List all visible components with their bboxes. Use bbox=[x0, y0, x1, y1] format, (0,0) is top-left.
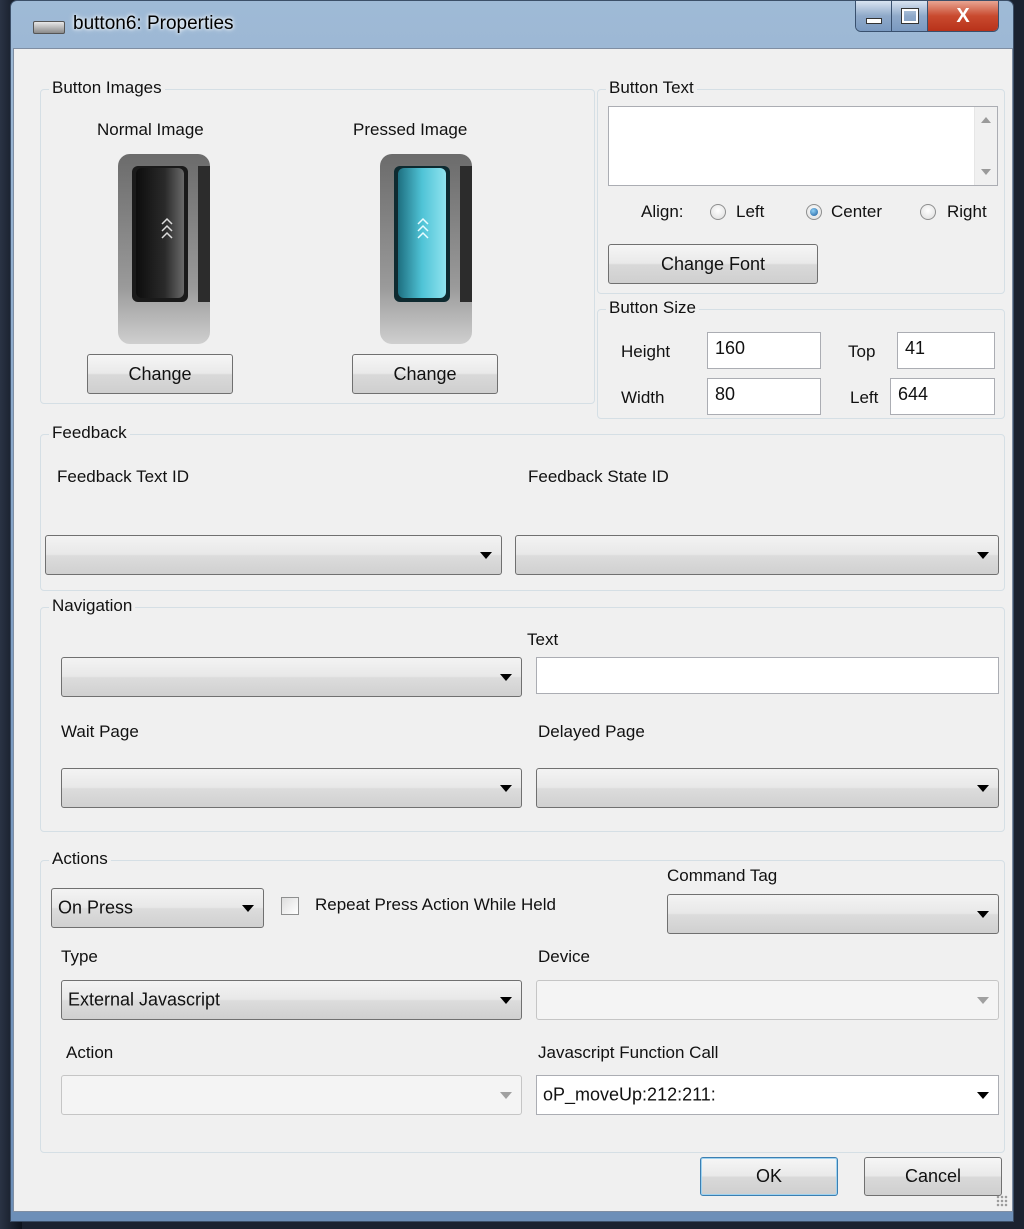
wait-page-dropdown[interactable] bbox=[61, 768, 522, 808]
delayed-page-label: Delayed Page bbox=[538, 722, 645, 741]
group-navigation: Navigation Text Wait Page Delayed Page bbox=[40, 596, 1005, 832]
align-center-label: Center bbox=[831, 202, 883, 221]
minimize-button[interactable] bbox=[856, 1, 892, 31]
action-type-value: External Javascript bbox=[68, 989, 221, 1010]
group-actions: Actions On Press Repeat Press Action Whi… bbox=[40, 849, 1005, 1153]
js-function-value: oP_moveUp:212:211: bbox=[543, 1084, 716, 1105]
chevron-down-icon bbox=[480, 552, 492, 559]
js-function-label: Javascript Function Call bbox=[538, 1043, 719, 1062]
group-button-images: Button Images Normal Image Pressed Image bbox=[40, 78, 595, 404]
action-dropdown[interactable] bbox=[61, 1075, 522, 1115]
cancel-button[interactable]: Cancel bbox=[864, 1157, 1002, 1196]
left-label: Left bbox=[850, 388, 879, 407]
wait-page-label: Wait Page bbox=[61, 722, 139, 741]
chevron-down-icon bbox=[977, 997, 989, 1004]
close-button[interactable]: X bbox=[928, 1, 998, 31]
group-title-navigation: Navigation bbox=[49, 596, 136, 616]
align-right-radio[interactable] bbox=[920, 204, 936, 220]
maximize-button[interactable] bbox=[892, 1, 928, 31]
navigation-text-label: Text bbox=[527, 630, 559, 649]
repeat-press-label: Repeat Press Action While Held bbox=[315, 895, 556, 914]
change-font-button[interactable]: Change Font bbox=[608, 244, 818, 284]
ok-button[interactable]: OK bbox=[700, 1157, 838, 1196]
pressed-image-preview bbox=[380, 154, 472, 344]
group-title-button-images: Button Images bbox=[49, 78, 165, 98]
top-label: Top bbox=[848, 342, 876, 361]
chevron-down-icon bbox=[500, 674, 512, 681]
feedback-state-id-dropdown[interactable] bbox=[515, 535, 999, 575]
window-icon bbox=[33, 21, 65, 34]
change-normal-image-button[interactable]: Change bbox=[87, 354, 233, 394]
delayed-page-dropdown[interactable] bbox=[536, 768, 999, 808]
type-label: Type bbox=[61, 947, 98, 966]
chevron-down-icon bbox=[500, 785, 512, 792]
change-pressed-image-button[interactable]: Change bbox=[352, 354, 498, 394]
repeat-press-checkbox[interactable] bbox=[281, 897, 299, 915]
align-left-label: Left bbox=[736, 202, 765, 221]
window-title: button6: Properties bbox=[73, 13, 234, 34]
device-dropdown[interactable] bbox=[536, 980, 999, 1020]
navigation-text-input[interactable] bbox=[536, 657, 999, 694]
navigation-page-dropdown[interactable] bbox=[61, 657, 522, 697]
chevron-down-icon bbox=[977, 552, 989, 559]
button-text-input[interactable] bbox=[608, 106, 998, 186]
minimize-icon bbox=[865, 18, 882, 24]
maximize-icon bbox=[900, 8, 919, 24]
chevron-down-icon bbox=[977, 785, 989, 792]
group-feedback: Feedback Feedback Text ID Feedback State… bbox=[40, 423, 1005, 591]
normal-image-preview bbox=[118, 154, 210, 344]
pressed-image-label: Pressed Image bbox=[353, 120, 468, 139]
action-trigger-dropdown[interactable]: On Press bbox=[51, 888, 264, 928]
group-button-text: Button Text Align: Left Center Right Cha… bbox=[597, 78, 1005, 294]
group-title-actions: Actions bbox=[49, 849, 111, 869]
close-icon: X bbox=[956, 4, 970, 27]
action-trigger-value: On Press bbox=[58, 897, 134, 918]
window-controls: X bbox=[855, 1, 999, 32]
align-right-label: Right bbox=[947, 202, 987, 221]
chevron-down-icon bbox=[977, 1092, 989, 1099]
align-center-radio[interactable] bbox=[806, 204, 822, 220]
device-label: Device bbox=[538, 947, 590, 966]
command-tag-label: Command Tag bbox=[667, 866, 778, 885]
group-button-size: Button Size Height 160 Top 41 Width 80 L… bbox=[597, 298, 1005, 419]
resize-grip-icon[interactable] bbox=[996, 1195, 1008, 1207]
feedback-text-id-label: Feedback Text ID bbox=[57, 467, 189, 486]
chevron-down-icon bbox=[242, 905, 254, 912]
action-type-dropdown[interactable]: External Javascript bbox=[61, 980, 522, 1020]
height-label: Height bbox=[621, 342, 671, 361]
normal-image-label: Normal Image bbox=[97, 120, 204, 139]
command-tag-dropdown[interactable] bbox=[667, 894, 999, 934]
scroll-up-icon bbox=[981, 117, 991, 123]
chevron-down-icon bbox=[977, 911, 989, 918]
top-input[interactable]: 41 bbox=[897, 332, 995, 369]
group-title-button-size: Button Size bbox=[606, 298, 699, 318]
action-label: Action bbox=[66, 1043, 114, 1062]
chevron-down-icon bbox=[500, 997, 512, 1004]
title-bar[interactable]: button6: Properties X bbox=[11, 1, 1013, 49]
dialog-client-area: Button Images Normal Image Pressed Image bbox=[13, 48, 1013, 1212]
height-input[interactable]: 160 bbox=[707, 332, 821, 369]
scroll-down-icon bbox=[981, 169, 991, 175]
align-label: Align: bbox=[641, 202, 684, 221]
width-input[interactable]: 80 bbox=[707, 378, 821, 415]
feedback-state-id-label: Feedback State ID bbox=[528, 467, 669, 486]
chevron-down-icon bbox=[500, 1092, 512, 1099]
js-function-combobox[interactable]: oP_moveUp:212:211: bbox=[536, 1075, 999, 1115]
group-title-feedback: Feedback bbox=[49, 423, 130, 443]
left-input[interactable]: 644 bbox=[890, 378, 995, 415]
align-left-radio[interactable] bbox=[710, 204, 726, 220]
button-text-scrollbar[interactable] bbox=[974, 107, 997, 185]
feedback-text-id-dropdown[interactable] bbox=[45, 535, 502, 575]
group-title-button-text: Button Text bbox=[606, 78, 697, 98]
width-label: Width bbox=[621, 388, 665, 407]
